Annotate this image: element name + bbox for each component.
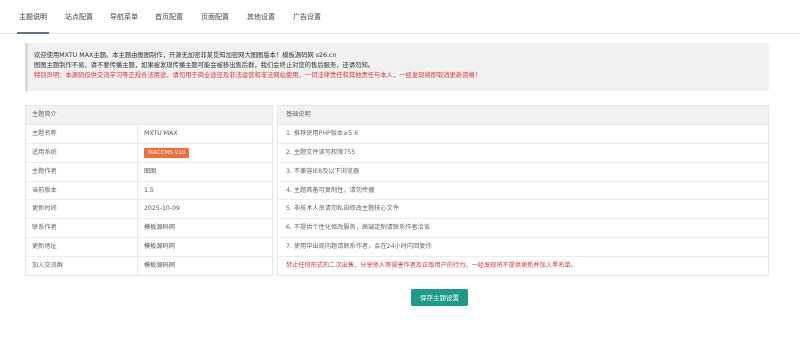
row-key: 联系作者 <box>32 224 57 232</box>
row-value: 图图 <box>144 167 157 175</box>
table-row: 适用系统 MACCMS V10 <box>26 143 272 163</box>
notice-box: 欢迎使用MXTU MAX主题。本主题由图图制作，开源无加密非某觅知加密网大图图版… <box>25 43 769 91</box>
list-item: 4. 主题具备可复制性，请勿传播 <box>278 182 768 201</box>
theme-info-table: 主题简介 主题名称 MXTU MAX 适用系统 MACCMS V10 主题作者 … <box>25 105 273 277</box>
row-value: 模板源码网 <box>144 224 175 232</box>
row-value: 模板源码网 <box>144 243 175 251</box>
note-text: 1. 推荐使用PHP版本≥5.6 <box>286 129 359 137</box>
tab-bar: 主题说明 站点配置 导航菜单 首页配置 页面配置 其他设置 广告设置 <box>0 0 800 34</box>
row-key: 当前版本 <box>32 186 57 194</box>
table-row: 加入交流群 模板源码网 <box>26 257 272 277</box>
tab-page-config[interactable]: 页面配置 <box>196 0 234 33</box>
row-key: 主题名称 <box>32 129 57 137</box>
list-item: 5. 非技术人员请勿私自修改主题核心文件 <box>278 200 768 220</box>
list-item: 7. 使用中出现问题请联系作者，会在24小时内回复你 <box>278 238 768 258</box>
system-badge: MACCMS V10 <box>144 147 190 158</box>
row-value: 1.5 <box>144 186 154 194</box>
notice-line-welcome: 欢迎使用MXTU MAX主题。本主题由图图制作，开源无加密非某觅知加密网大图图版… <box>34 52 337 59</box>
note-warning-text: 禁止任何形式的二次出售、分享他人等侵害作者及正版用户的行为，一经发现将不提供更新… <box>286 262 577 270</box>
notice-line-statement: 特别声明：本源码仅供交流学习等正规合法用途，请勿用于商业途径及非法运营和非法网站… <box>34 71 482 79</box>
table-row: 更新时间 2025-10-09 <box>26 200 272 220</box>
row-key: 主题作者 <box>32 167 57 175</box>
row-key: 加入交流群 <box>32 262 63 270</box>
row-value: 2025-10-09 <box>144 205 180 213</box>
note-text: 7. 使用中出现问题请联系作者，会在24小时内回复你 <box>286 243 432 251</box>
list-item: 1. 推荐使用PHP版本≥5.6 <box>278 125 768 144</box>
table-row: 联系作者 模板源码网 <box>26 219 272 239</box>
save-theme-settings-button[interactable]: 保存主题设置 <box>411 289 468 306</box>
list-item: 2. 主题文件读写权限755 <box>278 144 768 163</box>
list-item: 禁止任何形式的二次出售、分享他人等侵害作者及正版用户的行为，一经发现将不提供更新… <box>278 257 768 276</box>
theme-info-header: 主题简介 <box>32 111 57 118</box>
table-row: 主题名称 MXTU MAX <box>26 124 272 144</box>
note-text: 4. 主题具备可复制性，请勿传播 <box>286 186 375 194</box>
row-value: MXTU MAX <box>144 129 178 137</box>
system-badge-cell: MACCMS V10 <box>144 144 190 162</box>
notice-line-warning: 图图主题制作不易，请不要传播主题，如果被发现传播主题可能会被移出售后群，我们会终… <box>34 61 375 69</box>
table-row: 当前版本 1.5 <box>26 181 272 201</box>
note-text: 2. 主题文件读写权限755 <box>286 148 356 156</box>
tab-theme-info[interactable]: 主题说明 <box>14 0 52 34</box>
list-item: 6. 不提供个性化修改服务，高端定制请联系作者洽谈 <box>278 219 768 239</box>
row-key: 更新时间 <box>32 205 57 213</box>
note-text: 6. 不提供个性化修改服务，高端定制请联系作者洽谈 <box>286 224 430 232</box>
table-header: 基础说明 <box>278 106 768 125</box>
tab-site-config[interactable]: 站点配置 <box>60 0 98 33</box>
tab-home-config[interactable]: 首页配置 <box>150 0 188 33</box>
list-item: 3. 不兼容IE8及以下浏览器 <box>278 163 768 182</box>
tab-other-settings[interactable]: 其他设置 <box>242 0 280 33</box>
note-text: 3. 不兼容IE8及以下浏览器 <box>286 167 360 175</box>
basic-notes-table: 基础说明 1. 推荐使用PHP版本≥5.6 2. 主题文件读写权限755 3. … <box>277 105 769 276</box>
table-row: 更新地址 模板源码网 <box>26 238 272 258</box>
note-text: 5. 非技术人员请勿私自修改主题核心文件 <box>286 205 400 213</box>
row-key: 适用系统 <box>32 148 57 156</box>
row-value: 模板源码网 <box>144 262 175 270</box>
tab-ad-settings[interactable]: 广告设置 <box>288 0 326 33</box>
row-key: 更新地址 <box>32 243 57 251</box>
tab-nav-menu[interactable]: 导航菜单 <box>105 0 143 33</box>
basic-notes-header: 基础说明 <box>286 111 311 118</box>
table-header: 主题简介 <box>26 106 272 125</box>
table-row: 主题作者 图图 <box>26 162 272 182</box>
